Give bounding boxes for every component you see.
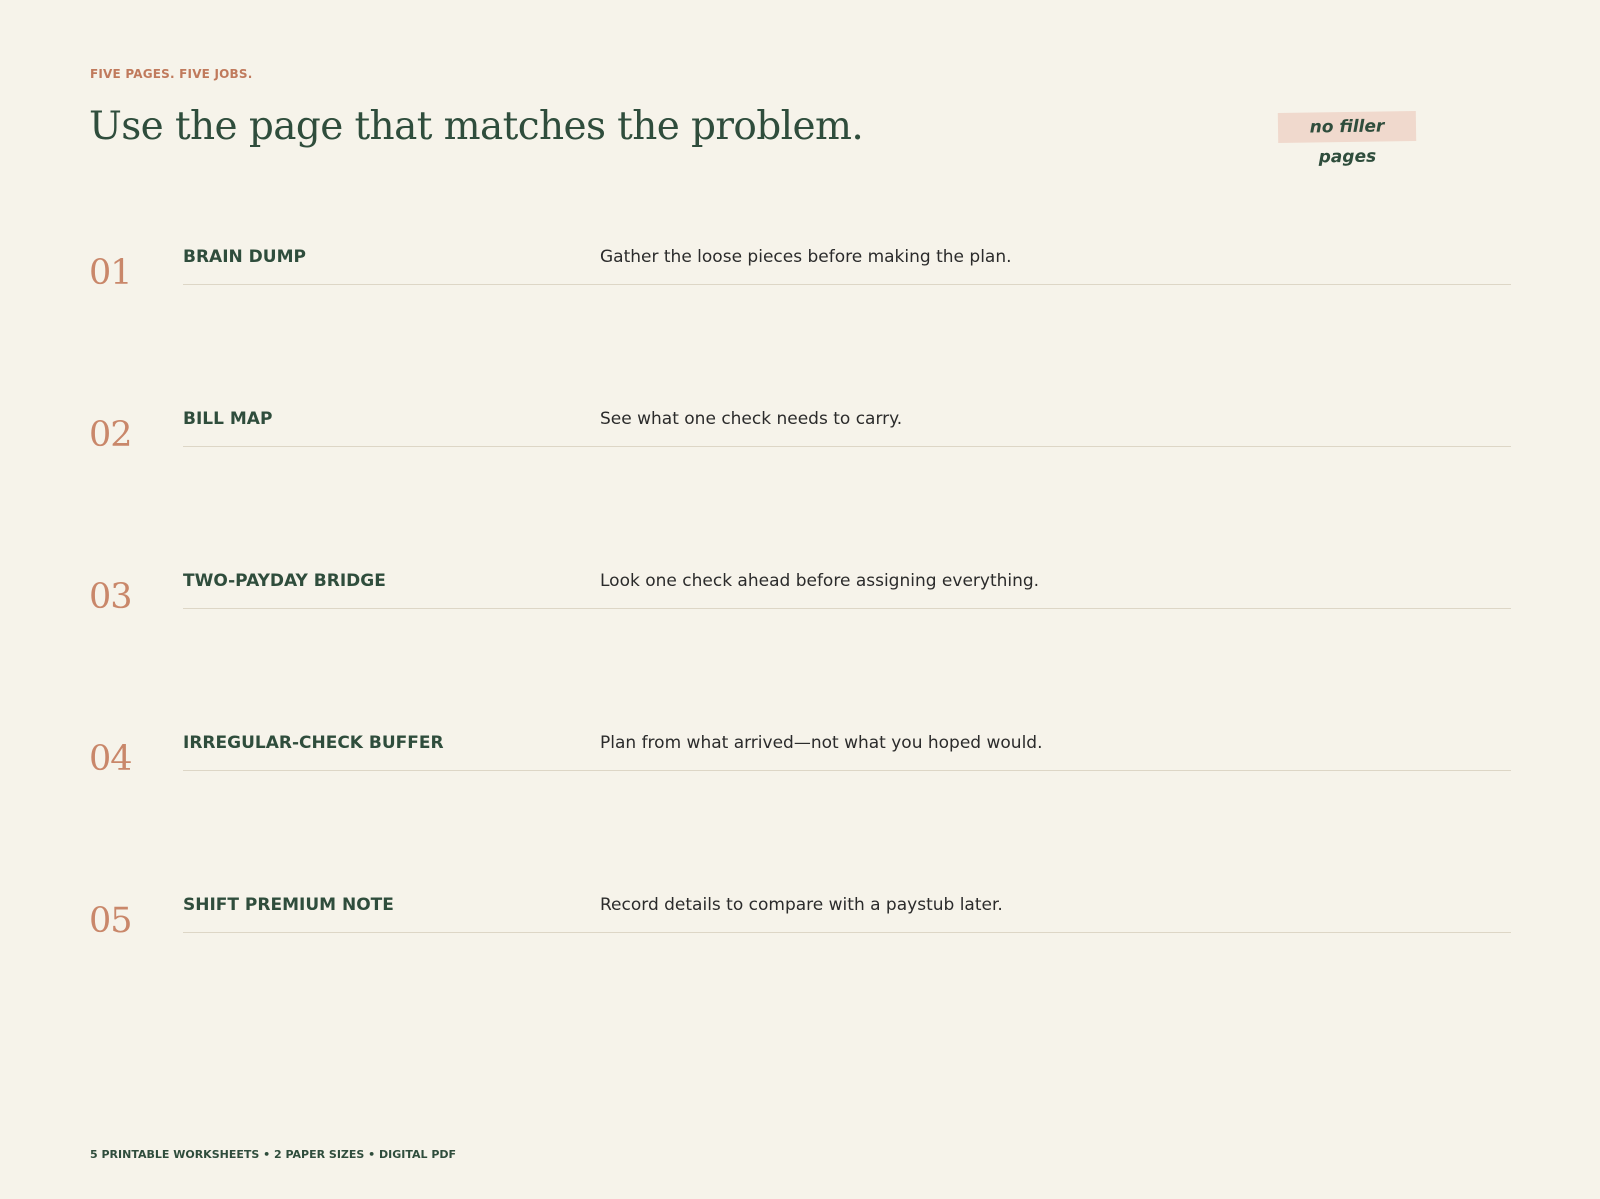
item-description: Record details to compare with a paystub… [600,895,1003,915]
footer-summary: 5 PRINTABLE WORKSHEETS • 2 PAPER SIZES •… [90,1148,457,1161]
item-divider [183,284,1511,285]
item-number: 05 [89,901,133,941]
item-number: 01 [89,253,133,293]
eyebrow-label: FIVE PAGES. FIVE JOBS. [90,67,253,81]
item-divider [183,770,1511,771]
item-description: Look one check ahead before assigning ev… [600,571,1040,591]
item-description: Plan from what arrived—not what you hope… [600,733,1043,753]
item-number: 02 [89,415,133,455]
list-item: 01 BRAIN DUMP Gather the loose pieces be… [0,236,1600,336]
tag-badge: no filler pages [1277,111,1417,167]
item-name: TWO-PAYDAY BRIDGE [183,571,386,591]
item-divider [183,608,1511,609]
item-divider [183,446,1511,447]
item-number: 03 [89,577,133,617]
item-number: 04 [89,739,133,779]
item-description: See what one check needs to carry. [600,409,903,429]
item-name: BRAIN DUMP [183,247,306,267]
list-item: 03 TWO-PAYDAY BRIDGE Look one check ahea… [0,560,1600,660]
item-name: IRREGULAR-CHECK BUFFER [183,733,444,753]
list-item: 04 IRREGULAR-CHECK BUFFER Plan from what… [0,722,1600,822]
page-title: Use the page that matches the problem. [89,104,864,149]
item-divider [183,932,1511,933]
list-item: 02 BILL MAP See what one check needs to … [0,398,1600,498]
item-name: SHIFT PREMIUM NOTE [183,895,394,915]
list-item: 05 SHIFT PREMIUM NOTE Record details to … [0,884,1600,984]
item-description: Gather the loose pieces before making th… [600,247,1012,267]
item-name: BILL MAP [183,409,273,429]
